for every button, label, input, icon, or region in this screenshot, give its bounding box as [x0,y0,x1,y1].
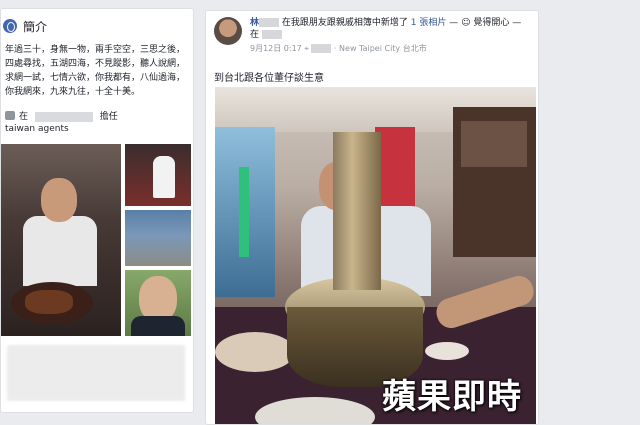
watermark-logo: 蘋果即時 [382,377,522,417]
globe-icon [3,19,17,33]
post-caption: 到台北跟各位董仔談生意 [214,73,324,84]
background [545,0,640,425]
work-role: taiwan agents [5,124,69,134]
blurred-area [7,345,185,401]
intro-title: 簡介 [23,19,48,34]
post-header-text: 林 在我跟朋友跟親戚相簿中新增了 1 張相片 — ☺ 覺得開心 — 在 9月12… [250,17,530,55]
work-suffix: 擔任 [99,112,118,122]
photo-selfie[interactable] [125,270,191,336]
intro-card: 簡介 年過三十，身無一物，兩手空空，三思之後，四處尋找，五湖四海，不見蹤影，聽人… [0,8,194,413]
redacted-place [261,30,282,39]
photo-count-link[interactable]: 1 張相片 [411,18,447,28]
author-name[interactable]: 林 [250,18,259,28]
happy-icon: ☺ [461,18,471,28]
redacted-name [259,18,280,27]
briefcase-icon [5,111,15,120]
photo-man-steak[interactable] [1,144,121,336]
location-icon: ⌖ [304,44,309,53]
photo-store[interactable] [125,144,191,206]
post-photo[interactable]: 蘋果即時 [215,87,536,424]
work-prefix: 在 [19,112,29,122]
feeling-text: 覺得開心 [473,18,510,28]
redacted-location [311,44,332,53]
post-card: 林 在我跟朋友跟親戚相簿中新增了 1 張相片 — ☺ 覺得開心 — 在 9月12… [205,10,539,425]
post-header: 林 在我跟朋友跟親戚相簿中新增了 1 張相片 — ☺ 覺得開心 — 在 9月12… [206,11,538,55]
post-date[interactable]: 9月12日 0:17 [250,44,302,53]
photo-street[interactable] [125,210,191,266]
header-text-2: — [449,18,462,28]
work-item: 在 擔任 [1,99,193,122]
intro-header: 簡介 [1,9,193,43]
post-meta: 9月12日 0:17 ⌖ · New Taipei City 台北市 [250,44,427,53]
avatar[interactable] [214,17,242,45]
header-text-1: 在我跟朋友跟親戚相簿中新增了 [281,18,408,28]
intro-bio: 年過三十，身無一物，兩手空空，三思之後，四處尋找，五湖四海，不見蹤影，聽人說網，… [5,45,186,97]
photo-grid [1,136,193,336]
post-location[interactable]: New Taipei City 台北市 [339,44,427,53]
hotpot-chimney [333,132,381,290]
photo-steak [25,290,73,314]
redacted-company [34,111,93,122]
